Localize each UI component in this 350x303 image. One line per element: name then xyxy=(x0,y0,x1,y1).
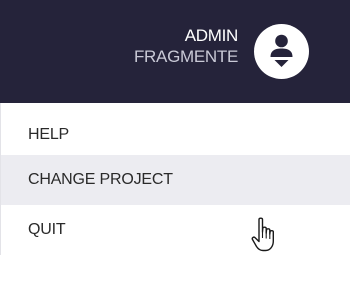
user-name: ADMIN xyxy=(184,26,239,45)
menu-item-quit[interactable]: QUIT xyxy=(1,205,350,255)
user-info[interactable]: ADMIN FRAGMENTE xyxy=(134,27,238,65)
app-header: ADMIN FRAGMENTE xyxy=(0,0,350,103)
menu-item-help[interactable]: HELP xyxy=(1,115,350,155)
menu-item-change-project[interactable]: CHANGE PROJECT xyxy=(1,155,350,205)
user-dropdown-menu: HELP CHANGE PROJECT QUIT xyxy=(0,103,350,255)
project-name: FRAGMENTE xyxy=(133,47,238,66)
user-avatar-icon[interactable] xyxy=(254,24,309,79)
person-icon xyxy=(270,34,293,67)
